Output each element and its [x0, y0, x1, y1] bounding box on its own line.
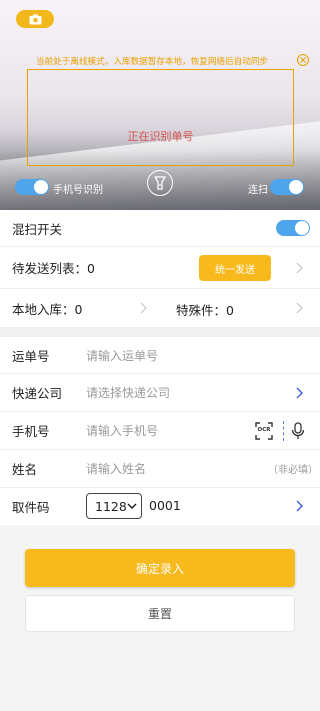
pickup-code-label: 取件码 — [12, 500, 50, 515]
chevron-down-icon — [127, 503, 137, 510]
icon-separator — [283, 421, 284, 441]
microphone-icon[interactable] — [291, 422, 305, 440]
special-items-label[interactable]: 特殊件：0 — [176, 300, 234, 319]
camera-icon — [29, 14, 41, 24]
chevron-right-icon[interactable] — [294, 261, 304, 275]
mixed-scan-switch[interactable] — [276, 220, 310, 236]
waybill-input[interactable]: 请输入运单号 — [86, 347, 158, 364]
optional-hint: （非必填） — [268, 465, 318, 476]
phone-row: 手机号 请输入手机号 OCR — [0, 412, 320, 450]
reset-button[interactable]: 重置 — [25, 595, 295, 632]
offline-notice: 当前处于离线模式，入库数据暂存本地，恢复网络后自动同步 — [35, 57, 269, 67]
chevron-right-icon[interactable] — [294, 499, 304, 513]
confirm-entry-button[interactable]: 确定录入 — [25, 549, 295, 587]
chevron-right-icon[interactable] — [138, 301, 148, 315]
name-row: 姓名 请输入姓名 （非必填） — [0, 450, 320, 488]
local-inbound-label[interactable]: 本地入库：0 — [12, 299, 82, 318]
pickup-prefix-select[interactable]: 1128 — [86, 493, 142, 519]
scan-status: 正在识别单号 — [127, 130, 194, 143]
flashlight-icon — [154, 176, 166, 190]
mixed-scan-row: 混扫开关 — [0, 210, 320, 247]
switch-knob — [295, 221, 309, 235]
ocr-text: OCR — [257, 427, 271, 433]
section-divider — [0, 327, 320, 337]
continuous-scan-label: 连扫 — [248, 185, 268, 196]
camera-button[interactable] — [16, 10, 54, 28]
pickup-prefix-value: 1128 — [95, 498, 127, 514]
courier-select[interactable]: 请选择快递公司 — [86, 384, 170, 401]
waybill-label: 运单号 — [12, 348, 50, 364]
switch-knob — [34, 180, 48, 194]
name-label: 姓名 — [12, 462, 38, 477]
phone-input[interactable]: 请输入手机号 — [86, 422, 158, 439]
pending-list-row[interactable]: 待发送列表：0 统一发送 — [0, 247, 320, 289]
pickup-suffix[interactable]: 0001 — [149, 498, 181, 513]
scan-frame: 正在识别单号 — [27, 69, 294, 166]
ocr-scan-button[interactable]: OCR — [255, 422, 273, 440]
pending-list-label: 待发送列表：0 — [12, 261, 95, 276]
inbound-row: 本地入库：0 特殊件：0 — [0, 289, 320, 327]
phone-ocr-switch[interactable] — [15, 179, 49, 195]
name-input[interactable]: 请输入姓名 — [86, 460, 146, 477]
courier-label: 快递公司 — [12, 386, 63, 401]
camera-preview: 当前处于离线模式，入库数据暂存本地，恢复网络后自动同步 正在识别单号 手机号识别… — [0, 0, 320, 210]
waybill-row: 运单号 请输入运单号 — [0, 337, 320, 374]
courier-row[interactable]: 快递公司 请选择快递公司 — [0, 374, 320, 412]
chevron-right-icon[interactable] — [294, 301, 304, 315]
switch-knob — [289, 180, 303, 194]
close-icon — [300, 57, 306, 63]
close-notice-button[interactable] — [297, 54, 309, 66]
continuous-scan-switch[interactable] — [270, 179, 304, 195]
mixed-scan-label: 混扫开关 — [12, 221, 63, 237]
phone-ocr-label: 手机号识别 — [53, 185, 103, 196]
chevron-right-icon[interactable] — [294, 386, 304, 400]
flashlight-button[interactable] — [147, 170, 173, 196]
phone-label: 手机号 — [12, 424, 50, 439]
send-all-button[interactable]: 统一发送 — [199, 255, 271, 281]
